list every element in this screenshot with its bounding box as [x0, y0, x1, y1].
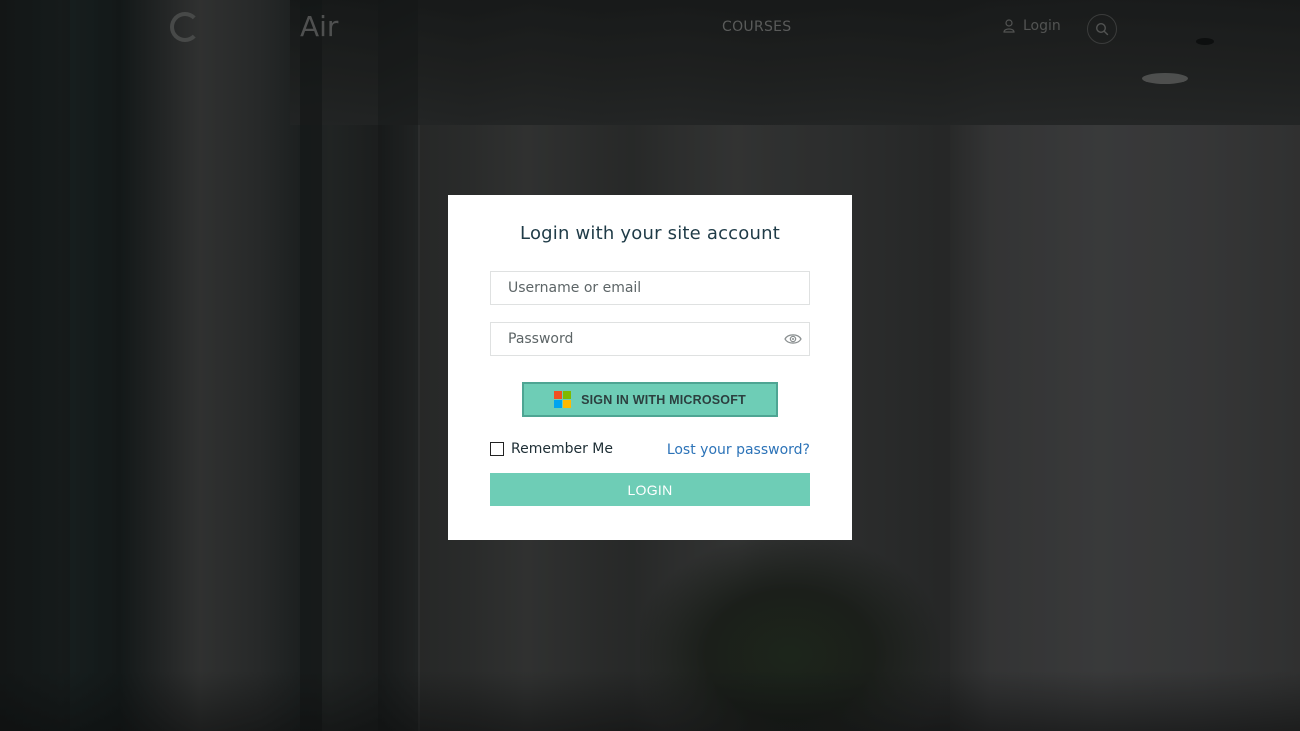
username-field[interactable]: [490, 271, 810, 305]
remember-me-label: Remember Me: [511, 441, 613, 457]
password-field[interactable]: [490, 322, 810, 356]
remember-me-checkbox[interactable]: [490, 442, 504, 456]
username-input[interactable]: [491, 272, 809, 304]
lost-password-link[interactable]: Lost your password?: [667, 442, 810, 458]
login-button[interactable]: LOGIN: [490, 473, 810, 506]
microsoft-logo-icon: [554, 391, 572, 408]
eye-icon[interactable]: [784, 332, 802, 346]
login-modal: Login with your site account SIGN IN WIT…: [448, 195, 852, 540]
password-input[interactable]: [491, 323, 809, 355]
sign-in-microsoft-label: SIGN IN WITH MICROSOFT: [581, 392, 746, 407]
remember-me[interactable]: Remember Me: [490, 441, 613, 457]
login-page: Air COURSES Login Login with your site a…: [0, 0, 1300, 731]
modal-title: Login with your site account: [520, 223, 780, 244]
sign-in-microsoft-button[interactable]: SIGN IN WITH MICROSOFT: [522, 382, 778, 417]
